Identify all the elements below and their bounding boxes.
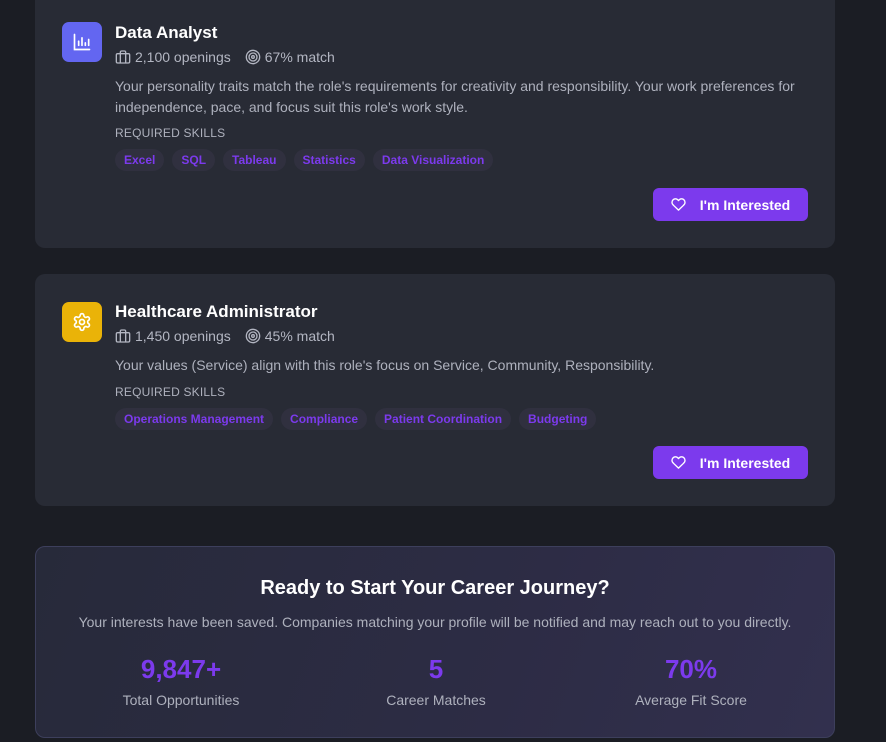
interested-button[interactable]: I'm Interested [653,188,808,221]
stat-value: 5 [428,654,444,684]
job-description: Your values (Service) align with this ro… [115,357,655,373]
openings-text: 2,100 openings [135,49,231,65]
briefcase-icon [115,50,131,64]
heart-icon [671,456,686,469]
job-title: Data Analyst [115,23,218,42]
skills-label: REQUIRED SKILLS [115,126,226,140]
cta-subtitle: Your interests have been saved. Companie… [78,614,792,630]
target-icon [245,328,261,344]
skill-tag: SQL [172,149,216,171]
skills-list: Excel SQL Tableau Statistics Data Visual… [115,149,808,171]
skill-tag: Operations Management [115,407,274,430]
stat-label: Average Fit Score [635,692,747,708]
stat-label: Total Opportunities [122,692,240,708]
skills-list: Operations Management Compliance Patient… [115,407,808,430]
heart-icon [671,198,686,211]
interested-button-label: I'm Interested [699,196,791,213]
career-journey-panel: Ready to Start Your Career Journey? Your… [35,546,835,738]
match-score: 45% match [245,326,335,346]
gear-icon [73,312,91,332]
job-description: Your personality traits match the role's… [115,78,795,115]
skills-label: REQUIRED SKILLS [115,384,226,399]
bar-chart-icon [73,33,91,51]
job-card-data-analyst: Data Analyst 2,100 openings 67% match Yo… [35,0,835,248]
openings-count: 1,450 openings [115,326,231,346]
skill-tag: Compliance [281,407,368,430]
skill-tag: Patient Coordination [375,407,512,430]
stat-career-matches: 5 Career Matches [326,653,546,709]
interested-button[interactable]: I'm Interested [653,446,808,479]
skill-tag: Statistics [293,149,365,171]
stat-total-opportunities: 9,847+ Total Opportunities [71,653,291,709]
briefcase-icon [115,329,131,343]
skill-tag: Budgeting [519,407,597,430]
job-icon-container [62,302,102,342]
skill-tag: Excel [115,149,165,171]
target-icon [245,49,261,65]
match-score: 67% match [245,47,335,67]
openings-text: 1,450 openings [135,328,231,344]
stat-value: 9,847+ [140,654,222,684]
stat-label: Career Matches [386,692,486,708]
match-text: 45% match [264,328,335,344]
job-title: Healthcare Administrator [115,302,318,321]
job-icon-container [62,22,102,62]
cta-title: Ready to Start Your Career Journey? [260,577,610,599]
skill-tag: Tableau [223,149,286,171]
interested-button-label: I'm Interested [699,454,791,471]
job-card-healthcare-administrator: Healthcare Administrator 1,450 openings … [35,274,835,506]
stat-average-fit-score: 70% Average Fit Score [581,653,801,709]
match-text: 67% match [264,49,335,65]
stat-value: 70% [664,654,718,684]
openings-count: 2,100 openings [115,47,231,67]
skill-tag: Data Visualization [372,149,494,171]
